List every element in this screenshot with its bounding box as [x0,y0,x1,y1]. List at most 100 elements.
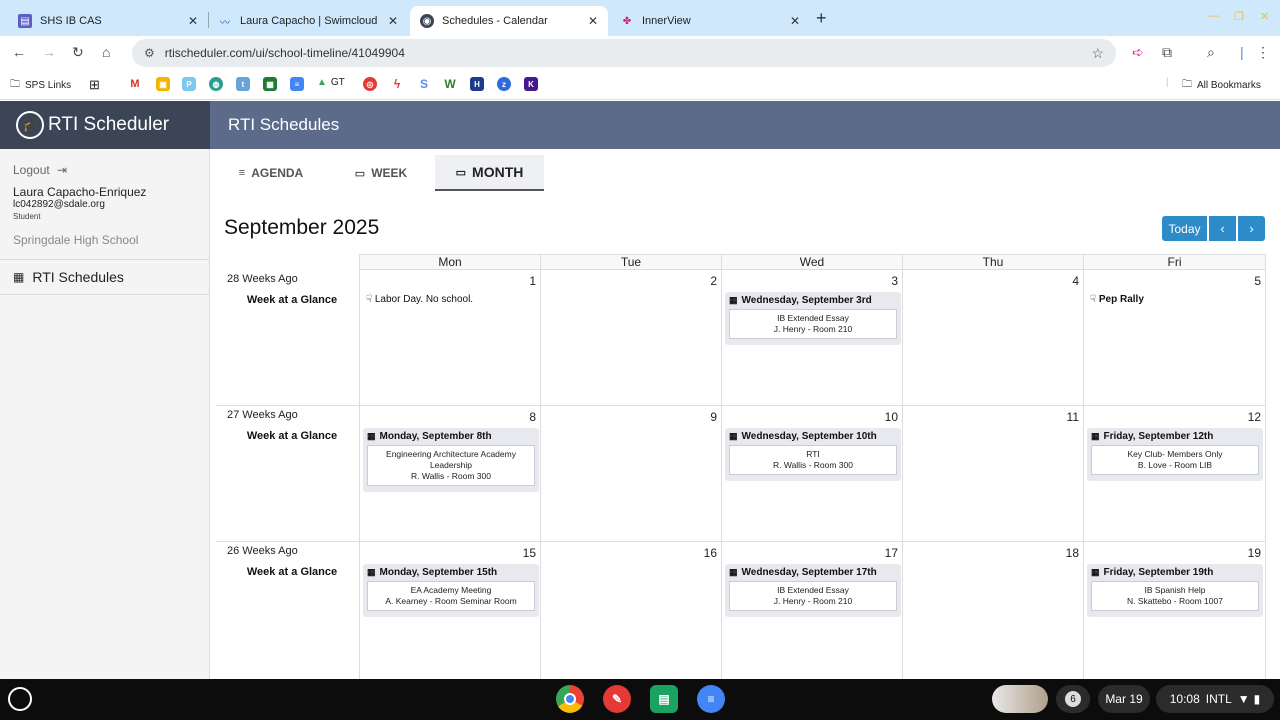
launcher-icon[interactable] [8,687,32,711]
event-detail-box[interactable]: IB Extended Essay J. Henry - Room 210 [729,581,897,611]
zoom-icon[interactable]: z [497,77,511,91]
event-card[interactable]: ▦ Friday, September 19th IB Spanish Help … [1087,564,1263,617]
browser-tab-shs-ib-cas[interactable]: ▤ SHS IB CAS ✕ [8,6,208,36]
bookmark-gt[interactable]: ▲ GT [317,77,345,88]
calendar-day-cell[interactable]: 9 [541,406,722,542]
calendar-day-cell[interactable]: 11 [903,406,1084,542]
bookmark-sps-links[interactable]: 🗀 SPS Links [10,77,71,94]
app-brand[interactable]: 🎓 RTI Scheduler [0,101,210,149]
week-at-a-glance-link[interactable]: Week at a Glance [227,430,357,442]
kahoot-icon[interactable]: K [524,77,538,91]
event-detail-box[interactable]: IB Spanish Help N. Skattebo - Room 1007 [1091,581,1259,611]
calendar-day-cell[interactable]: 2 [541,270,722,406]
w-icon[interactable]: W [443,77,457,91]
holding-space-icon[interactable] [992,685,1048,713]
calendar-day-cell[interactable]: 17 ▦ Wednesday, September 17th IB Extende… [722,542,903,679]
week-at-a-glance-link[interactable]: Week at a Glance [227,566,357,578]
forms-icon: ▤ [18,14,32,28]
week-at-a-glance-link[interactable]: Week at a Glance [227,294,357,306]
event-detail-box[interactable]: IB Extended Essay J. Henry - Room 210 [729,309,897,339]
tab-agenda[interactable]: ≡ AGENDA [216,155,326,191]
status-tray[interactable]: 10:08 INTL ▼ ▮ [1156,685,1274,713]
calendar-day-cell[interactable]: 18 [903,542,1084,679]
bolt-icon[interactable]: ϟ [390,77,404,91]
chrome-icon[interactable] [556,685,584,713]
forward-icon[interactable]: → [42,44,56,60]
reload-icon[interactable]: ↻ [72,44,84,61]
target-icon[interactable]: ◎ [363,77,377,91]
date-tray[interactable]: Mar 19 [1098,685,1150,713]
extensions-puzzle-icon[interactable]: ⧉ [1162,44,1172,61]
event-detail-box[interactable]: EA Academy Meeting A. Kearney - Room Sem… [367,581,535,611]
event-card[interactable]: ▦ Friday, September 12th Key Club- Member… [1087,428,1263,481]
event-card[interactable]: ▦ Wednesday, September 17th IB Extended E… [725,564,901,617]
new-tab-button[interactable]: + [816,8,827,29]
classroom-icon[interactable]: ▤ [650,685,678,713]
pear-deck-icon[interactable]: P [182,77,196,91]
calendar-day-cell[interactable]: 4 [903,270,1084,406]
paint-palette-icon[interactable]: ✎ [603,685,631,713]
browser-tab-schedules[interactable]: ◉ Schedules - Calendar ✕ [410,6,608,36]
extension-icon[interactable]: ➪ [1132,44,1144,61]
calendar-day-cell[interactable]: 8 ▦ Monday, September 8th Engineering Arc… [359,406,541,542]
notification-counter[interactable]: 6 [1056,685,1090,713]
classroom-icon[interactable]: ▣ [156,77,170,91]
docs-icon[interactable]: ≡ [697,685,725,713]
address-bar[interactable]: ⚙ rtischeduler.com/ui/school-timeline/41… [132,39,1116,67]
event-detail-box[interactable]: Key Club- Members Only B. Love - Room LI… [1091,445,1259,475]
gmail-icon[interactable]: M [128,77,142,91]
close-icon[interactable]: ✕ [388,14,398,28]
next-month-button[interactable]: › [1238,216,1265,241]
hac-icon[interactable]: H [470,77,484,91]
globe-icon[interactable]: ◍ [209,77,223,91]
s-icon[interactable]: S [417,77,431,91]
wifi-icon: ▼ [1237,692,1250,706]
apps-grid-icon[interactable]: ⊞ [89,77,100,93]
folder-icon: 🗀 [10,79,20,90]
event-date: Wednesday, September 10th [741,431,877,442]
tab-search-icon[interactable]: ⌕ [1207,44,1215,61]
tab-week[interactable]: ▭ WEEK [326,155,436,191]
calendar-day-cell[interactable]: 1 ☟ Labor Day. No school. [359,270,541,406]
minimize-icon[interactable]: — [1208,10,1219,22]
close-icon[interactable]: ✕ [588,14,598,28]
restore-icon[interactable]: ❐ [1234,10,1244,23]
previous-month-button[interactable]: ‹ [1209,216,1236,241]
logout-link[interactable]: Logout ⇥ [13,163,67,177]
event-card[interactable]: ▦ Wednesday, September 3rd IB Extended Es… [725,292,901,345]
docs-icon[interactable]: ≡ [290,77,304,91]
tab-month[interactable]: ▭ MONTH [435,155,544,191]
close-icon[interactable]: ✕ [188,14,198,28]
back-icon[interactable]: ← [12,44,26,60]
site-info-icon[interactable]: ⚙ [144,46,155,60]
event-detail-box[interactable]: Engineering Architecture Academy Leaders… [367,445,535,486]
calendar-day-cell[interactable]: 19 ▦ Friday, September 19th IB Spanish He… [1084,542,1266,679]
event-card[interactable]: ▦ Wednesday, September 10th RTI R. Wallis… [725,428,901,481]
event-title: Key Club- Members Only [1127,449,1223,459]
calendar-day-cell[interactable]: 3 ▦ Wednesday, September 3rd IB Extended … [722,270,903,406]
sheets-icon[interactable]: ▦ [263,77,277,91]
today-button[interactable]: Today [1162,216,1207,241]
calendar-icon: ▦ [729,431,738,441]
window-close-icon[interactable]: ✕ [1260,10,1269,23]
calendar-day-cell[interactable]: 15 ▦ Monday, September 15th EA Academy Me… [359,542,541,679]
calendar-day-cell[interactable]: 12 ▦ Friday, September 12th Key Club- Mem… [1084,406,1266,542]
sidebar-item-rti-schedules[interactable]: ▦ RTI Schedules [0,259,209,295]
bookmark-star-icon[interactable]: ☆ [1091,45,1104,62]
calendar-day-cell[interactable]: 16 [541,542,722,679]
event-detail-box[interactable]: RTI R. Wallis - Room 300 [729,445,897,475]
home-icon[interactable]: ⌂ [102,44,110,60]
browser-tab-swimcloud[interactable]: 〰 Laura Capacho | Swimcloud ✕ [208,6,408,36]
graduation-cap-logo-icon: 🎓 [16,111,44,139]
calendar-icon: ▦ [367,431,376,441]
event-card[interactable]: ▦ Monday, September 15th EA Academy Meeti… [363,564,539,617]
browser-tab-innerview[interactable]: ✤ InnerView ✕ [610,6,810,36]
calendar-day-cell[interactable]: 10 ▦ Wednesday, September 10th RTI R. Wal… [722,406,903,542]
week-label: 27 Weeks Ago [227,409,298,421]
event-card[interactable]: ▦ Monday, September 8th Engineering Archi… [363,428,539,492]
menu-kebab-icon[interactable]: ⋮ [1256,44,1270,61]
close-icon[interactable]: ✕ [790,14,800,28]
calendar-day-cell[interactable]: 5 ☟ Pep Rally [1084,270,1266,406]
all-bookmarks[interactable]: 🗀 All Bookmarks [1182,77,1261,94]
t-icon[interactable]: t [236,77,250,91]
